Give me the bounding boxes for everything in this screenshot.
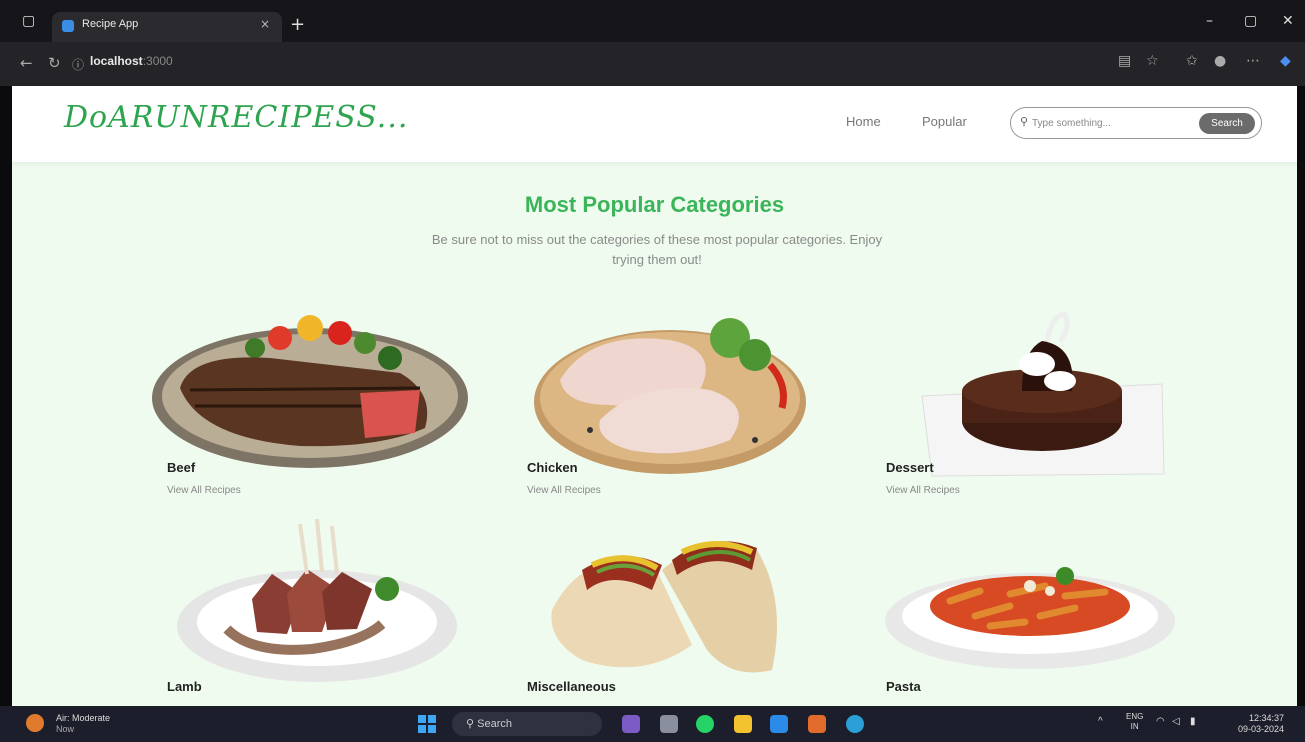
site-logo[interactable]: DoARUNRECIPESS... — [64, 100, 408, 135]
view-all-recipes-link[interactable]: View All Recipes — [167, 485, 241, 496]
category-title-lamb[interactable]: Lamb — [167, 679, 202, 694]
windows-start-icon[interactable] — [418, 715, 436, 733]
clock-date: 09-03-2024 — [1238, 724, 1285, 734]
close-window-icon[interactable]: ✕ — [1282, 13, 1294, 29]
nav-home-link[interactable]: Home — [846, 114, 881, 129]
office-app-icon[interactable] — [808, 715, 826, 733]
widgets-app-icon[interactable] — [622, 715, 640, 733]
view-all-recipes-link[interactable]: View All Recipes — [886, 485, 960, 496]
wifi-icon[interactable]: ◠ — [1156, 716, 1165, 727]
weather-title: Air: Moderate — [56, 713, 111, 723]
chocolate-cake-image[interactable] — [902, 296, 1172, 486]
file-explorer-icon[interactable] — [734, 715, 752, 733]
category-title-chicken[interactable]: Chicken — [527, 460, 578, 475]
site-navbar: DoARUNRECIPESS... Home Popular ⚲ Search — [12, 86, 1297, 162]
page-content: DoARUNRECIPESS... Home Popular ⚲ Search … — [12, 86, 1297, 706]
page-title: Most Popular Categories — [524, 192, 785, 217]
edge-browser-icon[interactable] — [846, 715, 864, 733]
tab-close-icon[interactable]: × — [260, 17, 270, 31]
browser-tab-bar: ▢ Recipe App × + – ▢ ✕ — [0, 0, 1305, 42]
back-icon[interactable]: ← — [20, 54, 33, 72]
chicken-board-image[interactable] — [530, 310, 812, 480]
category-title-pasta[interactable]: Pasta — [886, 679, 921, 694]
category-title-dessert[interactable]: Dessert — [886, 460, 934, 475]
search-icon: ⚲ — [1020, 115, 1029, 128]
category-title-miscellaneous[interactable]: Miscellaneous — [527, 679, 616, 694]
address-bar[interactable]: localhost:3000 — [90, 54, 173, 68]
language-code: ENG — [1126, 712, 1144, 721]
url-host: localhost — [90, 54, 143, 68]
favorite-star-icon[interactable]: ☆ — [1146, 53, 1159, 69]
page-subtitle: Be sure not to miss out the categories o… — [431, 232, 883, 267]
tab-favicon-icon — [62, 20, 74, 32]
tacos-image[interactable] — [542, 530, 792, 690]
category-title-beef[interactable]: Beef — [167, 460, 195, 475]
weather-icon[interactable] — [26, 714, 44, 732]
weather-subtitle: Now — [56, 724, 75, 734]
tray-chevron-icon[interactable]: ^ — [1098, 716, 1103, 727]
language-indicator[interactable]: ENG IN — [1126, 712, 1143, 732]
tab-title: Recipe App — [82, 18, 139, 30]
search-input[interactable] — [1032, 114, 1172, 132]
clock-time: 12:34:37 — [1249, 713, 1285, 723]
search-form: ⚲ Search — [1010, 107, 1262, 139]
taskbar-search[interactable]: ⚲ Search — [452, 712, 602, 736]
more-menu-icon[interactable]: ⋯ — [1246, 53, 1260, 69]
weather-widget[interactable]: Air: Moderate Now — [56, 713, 110, 735]
browser-tab[interactable]: Recipe App × — [52, 12, 282, 42]
browser-toolbar: ← ↻ ⓘ localhost:3000 ▤ ☆ ✩ ● ⋯ ◆ — [0, 42, 1305, 86]
steak-plate-image[interactable] — [150, 298, 470, 478]
copilot-icon[interactable]: ◆ — [1280, 53, 1291, 69]
system-clock[interactable]: 12:34:37 09-03-2024 — [1238, 713, 1284, 735]
lamb-chops-image[interactable] — [172, 514, 462, 684]
volume-icon[interactable]: ◁ — [1172, 716, 1180, 727]
task-view-icon[interactable] — [660, 715, 678, 733]
penne-pasta-image[interactable] — [880, 546, 1180, 676]
favorites-icon[interactable]: ✩ — [1186, 53, 1198, 69]
vscode-icon[interactable] — [770, 715, 788, 733]
search-button[interactable]: Search — [1199, 113, 1255, 134]
language-region: IN — [1130, 722, 1139, 731]
taskbar-search-label: Search — [477, 718, 512, 730]
nav-popular-link[interactable]: Popular — [922, 114, 967, 129]
site-info-icon[interactable]: ⓘ — [72, 56, 84, 73]
os-taskbar: Air: Moderate Now ⚲ Search ^ ENG IN ◠ ◁ … — [0, 706, 1305, 742]
reader-view-icon[interactable]: ▤ — [1118, 53, 1131, 69]
view-all-recipes-link[interactable]: View All Recipes — [527, 485, 601, 496]
url-port: :3000 — [142, 54, 173, 68]
maximize-icon[interactable]: ▢ — [1244, 13, 1257, 29]
battery-icon[interactable]: ▮ — [1190, 716, 1196, 727]
minimize-icon[interactable]: – — [1206, 13, 1213, 29]
tab-actions-icon[interactable]: ▢ — [22, 13, 35, 29]
new-tab-icon[interactable]: + — [290, 14, 305, 35]
refresh-icon[interactable]: ↻ — [48, 54, 61, 72]
whatsapp-icon[interactable] — [696, 715, 714, 733]
profile-icon[interactable]: ● — [1214, 53, 1226, 69]
